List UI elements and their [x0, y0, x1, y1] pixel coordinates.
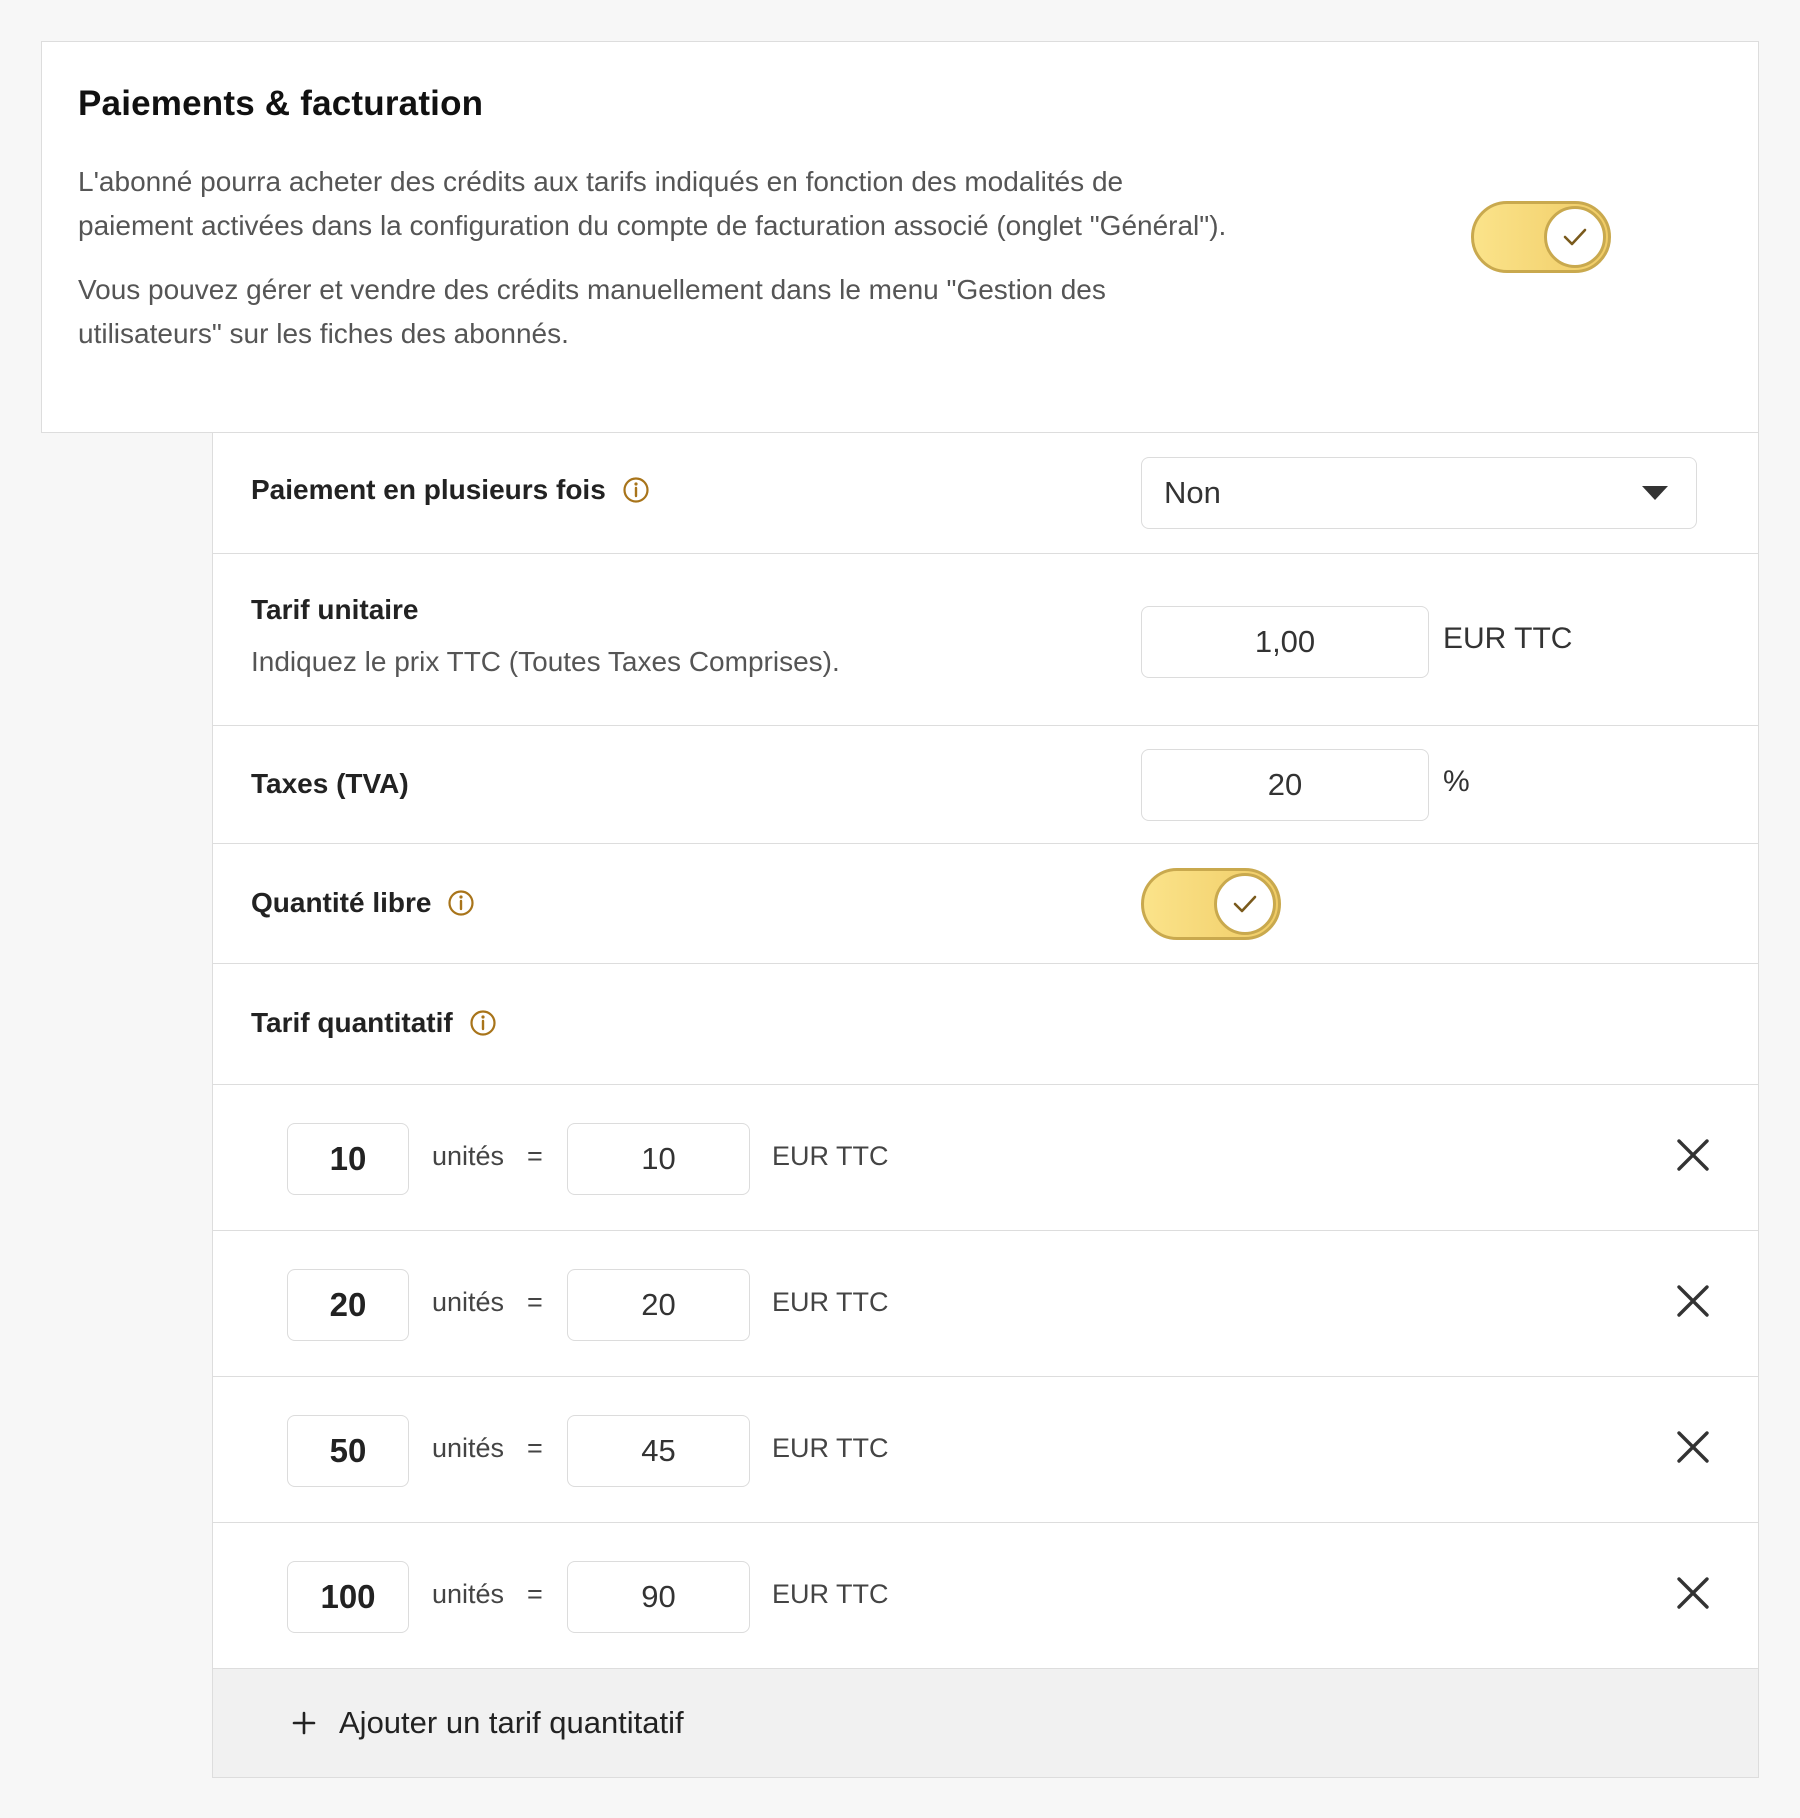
close-icon[interactable] [1673, 1281, 1713, 1321]
info-circle-icon[interactable] [469, 1009, 497, 1037]
installments-label-wrap: Paiement en plusieurs fois [251, 474, 650, 506]
quantity-pricing-label-wrap: Tarif quantitatif [251, 1007, 497, 1039]
tier-quantity-input[interactable]: 20 [287, 1269, 409, 1341]
check-icon [1233, 895, 1257, 913]
tax-unit: % [1443, 765, 1470, 798]
installments-select[interactable]: Non [1141, 457, 1697, 529]
free-quantity-label-wrap: Quantité libre [251, 887, 475, 919]
tax-row: Taxes (TVA) 20 % [213, 726, 1758, 844]
tier-price-input[interactable]: 10 [567, 1123, 750, 1195]
free-quantity-row: Quantité libre [213, 844, 1758, 964]
quantity-pricing-label: Tarif quantitatif [251, 1007, 453, 1038]
tier-equals-sign: = [527, 1141, 543, 1171]
unit-price-currency: EUR TTC [1443, 622, 1573, 655]
quantity-pricing-header-row: Tarif quantitatif [213, 964, 1758, 1085]
close-icon[interactable] [1673, 1427, 1713, 1467]
quantity-tier-row: 50 unités = 45 EUR TTC [213, 1377, 1758, 1523]
close-icon[interactable] [1673, 1573, 1713, 1613]
tier-equals-sign: = [527, 1433, 543, 1463]
tier-quantity-input[interactable]: 50 [287, 1415, 409, 1487]
description-paragraph-1: L'abonné pourra acheter des crédits aux … [78, 166, 1227, 241]
tier-price-input[interactable]: 90 [567, 1561, 750, 1633]
installments-selected-value: Non [1164, 475, 1221, 510]
section-description: L'abonné pourra acheter des crédits aux … [78, 160, 1228, 356]
installments-label: Paiement en plusieurs fois [251, 474, 606, 505]
info-circle-icon[interactable] [622, 476, 650, 504]
billing-settings-panel: Paiement en plusieurs fois Non Tarif uni… [212, 433, 1759, 1778]
tier-price-input[interactable]: 20 [567, 1269, 750, 1341]
page: Paiements & facturation L'abonné pourra … [0, 0, 1800, 1818]
unit-price-label: Tarif unitaire [251, 594, 419, 625]
caret-down-icon [1642, 486, 1668, 500]
check-icon [1563, 228, 1587, 246]
payments-enabled-toggle[interactable] [1471, 201, 1611, 273]
tier-equals-sign: = [527, 1287, 543, 1317]
quantity-tier-row: 10 unités = 10 EUR TTC [213, 1085, 1758, 1231]
tier-units-label: unités [432, 1287, 505, 1317]
tier-units-label: unités [432, 1141, 505, 1171]
unit-price-input[interactable]: 1,00 [1141, 606, 1429, 678]
section-title: Paiements & facturation [78, 84, 484, 123]
add-quantity-tier-label: Ajouter un tarif quantitatif [339, 1705, 684, 1740]
toggle-knob [1544, 206, 1606, 268]
free-quantity-label: Quantité libre [251, 887, 432, 918]
close-icon[interactable] [1673, 1135, 1713, 1175]
tier-units-label: unités [432, 1433, 505, 1463]
installments-row: Paiement en plusieurs fois Non [213, 433, 1758, 554]
info-circle-icon[interactable] [447, 889, 475, 917]
unit-price-row: Tarif unitaire Indiquez le prix TTC (Tou… [213, 554, 1758, 726]
quantity-tier-row: 20 unités = 20 EUR TTC [213, 1231, 1758, 1377]
tier-currency-label: EUR TTC [772, 1287, 889, 1317]
tier-quantity-input[interactable]: 100 [287, 1561, 409, 1633]
add-quantity-tier-button[interactable]: Ajouter un tarif quantitatif [213, 1669, 1758, 1777]
payments-billing-card: Paiements & facturation L'abonné pourra … [41, 41, 1759, 433]
tax-label: Taxes (TVA) [251, 768, 409, 799]
plus-icon [291, 1710, 317, 1736]
toggle-knob [1214, 873, 1276, 935]
tier-equals-sign: = [527, 1579, 543, 1609]
tier-currency-label: EUR TTC [772, 1433, 889, 1463]
tier-quantity-input[interactable]: 10 [287, 1123, 409, 1195]
tier-units-label: unités [432, 1579, 505, 1609]
description-paragraph-2: Vous pouvez gérer et vendre des crédits … [78, 274, 1106, 349]
free-quantity-toggle[interactable] [1141, 868, 1281, 940]
unit-price-hint: Indiquez le prix TTC (Toutes Taxes Compr… [251, 646, 840, 677]
tier-currency-label: EUR TTC [772, 1141, 889, 1171]
tax-input[interactable]: 20 [1141, 749, 1429, 821]
quantity-tier-row: 100 unités = 90 EUR TTC [213, 1523, 1758, 1669]
tier-currency-label: EUR TTC [772, 1579, 889, 1609]
tier-price-input[interactable]: 45 [567, 1415, 750, 1487]
